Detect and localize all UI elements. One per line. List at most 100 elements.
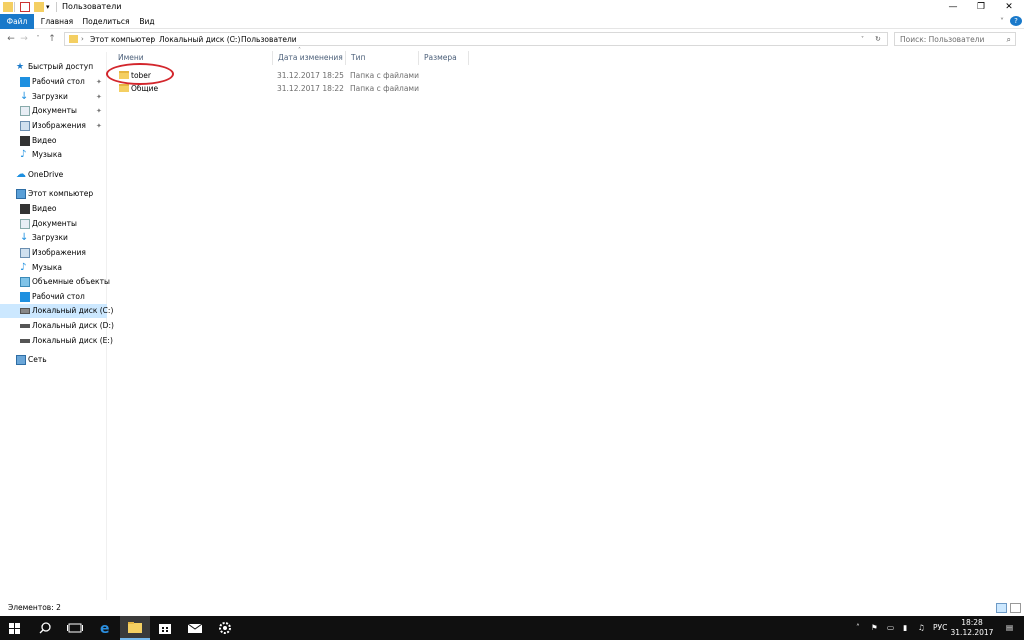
new-folder-icon[interactable] xyxy=(34,2,44,12)
column-divider[interactable] xyxy=(272,51,273,65)
ribbon-tabs: Файл Главная Поделиться Вид ˅ ? xyxy=(0,14,1024,29)
sidebar-item-drive-e[interactable]: Локальный диск (E:) xyxy=(0,334,113,348)
minimize-button[interactable]: — xyxy=(939,0,967,14)
alert-icon[interactable]: ⚑ xyxy=(871,622,878,633)
edge-button[interactable]: e xyxy=(90,616,120,640)
item-count: Элементов: 2 xyxy=(8,603,61,612)
sidebar-item-pc-downloads[interactable]: ↓ Загрузки xyxy=(0,231,107,245)
column-divider[interactable] xyxy=(418,51,419,65)
sidebar-item-3d-objects[interactable]: Объемные объекты xyxy=(0,275,110,289)
column-divider[interactable] xyxy=(345,51,346,65)
sidebar-item-onedrive[interactable]: ☁ OneDrive xyxy=(0,168,107,182)
mail-icon xyxy=(187,623,203,633)
large-icons-view-icon[interactable] xyxy=(1010,603,1021,613)
language-indicator[interactable]: РУС xyxy=(933,622,947,633)
tab-file[interactable]: Файл xyxy=(0,14,34,29)
chevron-down-icon[interactable]: ▾ xyxy=(46,2,56,12)
task-view-button[interactable] xyxy=(60,616,90,640)
search-icon[interactable]: ⌕ xyxy=(1007,34,1011,45)
navigation-pane: ★ Быстрый доступ Рабочий стол ✦ ↓ Загруз… xyxy=(0,52,114,600)
sidebar-item-desktop[interactable]: Рабочий стол ✦ xyxy=(0,75,107,89)
sidebar-item-label: Локальный диск (D:) xyxy=(32,321,114,330)
sidebar-item-pc-music[interactable]: ♪ Музыка xyxy=(0,261,107,275)
chevron-up-icon[interactable]: ˄ xyxy=(856,622,860,633)
breadcrumb-this-pc[interactable]: Этот компьютер xyxy=(90,34,155,45)
battery-icon[interactable]: ▮ xyxy=(903,622,907,633)
download-arrow-icon: ↓ xyxy=(20,91,29,102)
column-type[interactable]: Тип xyxy=(351,53,365,63)
file-explorer-button[interactable] xyxy=(120,616,150,640)
gear-icon xyxy=(219,622,231,634)
clock[interactable]: 18:28 31.12.2017 xyxy=(950,618,994,638)
sidebar-item-documents[interactable]: Документы ✦ xyxy=(0,104,107,118)
clock-date: 31.12.2017 xyxy=(950,628,994,637)
list-item[interactable]: Общие 31.12.2017 18:22 Папка с файлами xyxy=(115,82,475,95)
address-bar[interactable]: › Этот компьютер › Локальный диск (C:) ›… xyxy=(64,32,888,46)
file-type: Папка с файлами xyxy=(350,84,419,93)
column-size[interactable]: Размера xyxy=(424,53,457,63)
sidebar-item-network[interactable]: Сеть xyxy=(0,353,107,367)
chevron-down-icon[interactable]: ˅ xyxy=(32,32,44,46)
breadcrumb-drive-c[interactable]: Локальный диск (C:) xyxy=(159,34,240,45)
sidebar-item-drive-d[interactable]: Локальный диск (D:) xyxy=(0,319,114,333)
chevron-down-icon[interactable]: ˅ xyxy=(861,34,864,45)
sidebar-item-pictures[interactable]: Изображения ✦ xyxy=(0,119,107,133)
highlight-annotation xyxy=(106,63,174,85)
sidebar-item-pc-desktop[interactable]: Рабочий стол xyxy=(0,290,107,304)
column-name[interactable]: Имени xyxy=(118,53,144,63)
column-divider[interactable] xyxy=(468,51,469,65)
sidebar-item-music[interactable]: ♪ Музыка xyxy=(0,148,107,162)
pictures-icon xyxy=(20,248,30,258)
sidebar-item-drive-c[interactable]: Локальный диск (C:) xyxy=(0,304,113,318)
mail-button[interactable] xyxy=(180,616,210,640)
up-arrow-icon[interactable]: ↑ xyxy=(46,32,58,46)
pictures-icon xyxy=(20,121,30,131)
folder-icon xyxy=(119,84,129,92)
help-icon[interactable]: ? xyxy=(1010,16,1022,26)
desktop-icon xyxy=(20,292,30,302)
details-view-icon[interactable] xyxy=(996,603,1007,613)
column-header: ˄ Имени Дата изменения Тип Размера xyxy=(108,47,1024,65)
start-button[interactable] xyxy=(0,616,30,640)
properties-icon[interactable] xyxy=(20,2,30,12)
volume-icon[interactable]: ♫ xyxy=(918,622,925,633)
chevron-down-icon[interactable]: ˅ xyxy=(996,14,1008,29)
maximize-button[interactable]: ❐ xyxy=(967,0,995,14)
sidebar-item-label: Загрузки xyxy=(32,233,68,242)
forward-arrow-icon[interactable]: → xyxy=(18,32,30,46)
store-button[interactable] xyxy=(150,616,180,640)
drive-icon xyxy=(20,339,30,343)
tab-home[interactable]: Главная xyxy=(38,14,76,29)
notification-icon[interactable]: ▤ xyxy=(1006,622,1013,633)
close-button[interactable]: ✕ xyxy=(995,0,1023,14)
folder-icon xyxy=(69,35,78,43)
tab-share[interactable]: Поделиться xyxy=(82,14,130,29)
window-title: Пользователи xyxy=(62,2,122,11)
settings-button[interactable] xyxy=(210,616,240,640)
back-arrow-icon[interactable]: ← xyxy=(5,32,17,46)
tab-view[interactable]: Вид xyxy=(136,14,158,29)
pin-icon: ✦ xyxy=(96,122,102,130)
sidebar-item-label: Изображения xyxy=(32,121,86,130)
search-button[interactable] xyxy=(30,616,60,640)
sidebar-item-this-pc[interactable]: Этот компьютер xyxy=(0,187,107,201)
store-icon xyxy=(159,624,171,634)
file-date: 31.12.2017 18:22 xyxy=(277,84,344,93)
sidebar-item-quick-access[interactable]: ★ Быстрый доступ xyxy=(0,60,107,74)
divider xyxy=(14,2,15,12)
breadcrumb-users[interactable]: Пользователи xyxy=(241,34,297,45)
music-note-icon: ♪ xyxy=(20,149,27,160)
column-date[interactable]: Дата изменения xyxy=(278,53,343,63)
sidebar-item-pc-documents[interactable]: Документы xyxy=(0,217,107,231)
svg-text:e: e xyxy=(100,621,110,637)
refresh-icon[interactable]: ↻ xyxy=(875,34,881,45)
download-arrow-icon: ↓ xyxy=(20,232,29,243)
chat-icon[interactable]: ▭ xyxy=(887,622,894,633)
sidebar-item-videos[interactable]: Видео xyxy=(0,134,107,148)
sidebar-item-pc-videos[interactable]: Видео xyxy=(0,202,107,216)
breadcrumb-separator: › xyxy=(81,35,84,43)
drive-icon xyxy=(20,308,30,314)
search-input[interactable]: Поиск: Пользователи ⌕ xyxy=(894,32,1016,46)
sidebar-item-pc-pictures[interactable]: Изображения xyxy=(0,246,107,260)
sidebar-item-downloads[interactable]: ↓ Загрузки ✦ xyxy=(0,90,107,104)
